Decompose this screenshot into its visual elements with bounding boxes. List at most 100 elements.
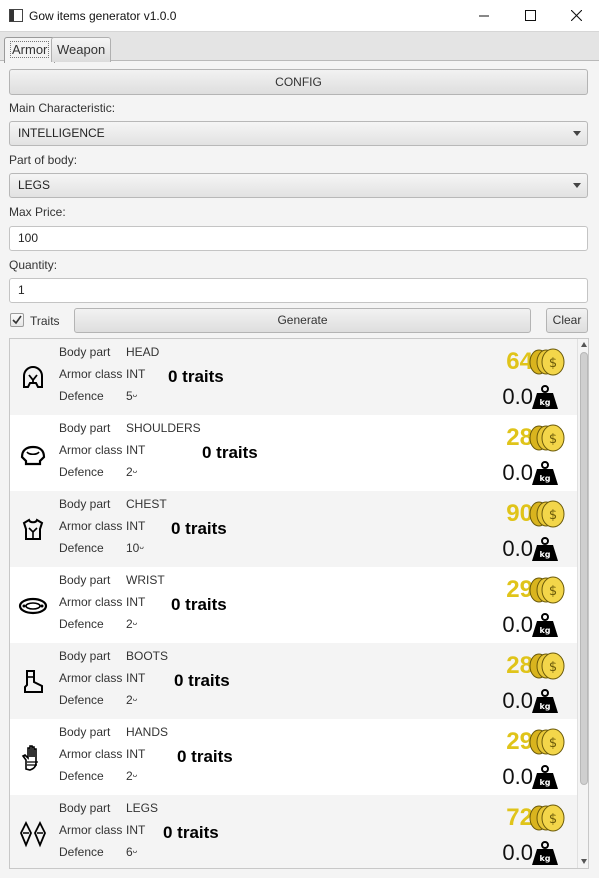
list-item[interactable]: Body part HANDS Armor class INT Defence … [10, 719, 577, 795]
defence-value: 2ᵕ [126, 617, 138, 631]
coins-icon: $ [529, 424, 565, 452]
armor-class-value: INT [126, 367, 146, 381]
body-part-value: HANDS [126, 725, 169, 739]
defence-key: Defence [59, 389, 104, 403]
minimize-button[interactable] [461, 0, 507, 31]
list-scrollbar[interactable] [577, 339, 588, 868]
svg-text:$: $ [549, 432, 557, 447]
greaves-icon [20, 820, 46, 848]
armor-class-value: INT [126, 519, 146, 533]
scrollbar-thumb[interactable] [580, 352, 588, 785]
armor-class-value: INT [126, 823, 146, 837]
kg-label: kg [539, 854, 550, 863]
traits-checkbox[interactable] [10, 313, 24, 327]
body-part-key: Body part [59, 649, 111, 663]
defence-key: Defence [59, 617, 104, 631]
body-part-key: Body part [59, 801, 111, 815]
body-part-value: LEGS [126, 801, 159, 815]
shoulders-icon [20, 445, 46, 466]
boot-icon [24, 670, 43, 693]
app-icon [9, 9, 23, 22]
max-price-input[interactable]: 100 [9, 226, 588, 251]
body-part-select[interactable]: LEGS [9, 173, 588, 198]
armor-class-key: Armor class [59, 823, 123, 837]
traits-count: 0 traits [171, 519, 227, 538]
body-part-key: Body part [59, 497, 111, 511]
weight-value: 0.0 [502, 764, 533, 789]
weight-value: 0.0 [502, 688, 533, 713]
svg-text:$: $ [549, 736, 557, 751]
armor-class-key: Armor class [59, 519, 123, 533]
body-part-value: SHOULDERS [126, 421, 201, 435]
armor-class-key: Armor class [59, 747, 123, 761]
list-item[interactable]: Body part LEGS Armor class INT Defence 6… [10, 795, 577, 868]
list-item[interactable]: Body part WRIST Armor class INT Defence … [10, 567, 577, 643]
config-button[interactable]: CONFIG [9, 69, 588, 95]
main-characteristic-value: INTELLIGENCE [18, 126, 105, 140]
traits-count: 0 traits [202, 443, 258, 462]
defence-key: Defence [59, 693, 104, 707]
traits-count: 0 traits [168, 367, 224, 386]
defence-key: Defence [59, 541, 104, 555]
items-list[interactable]: Body part HEAD Armor class INT Defence 5… [9, 338, 589, 869]
svg-text:$: $ [549, 584, 557, 599]
armor-class-value: INT [126, 671, 146, 685]
armor-class-key: Armor class [59, 671, 123, 685]
chevron-down-icon [573, 183, 581, 188]
list-item[interactable]: Body part CHEST Armor class INT Defence … [10, 491, 577, 567]
gauntlet-icon [21, 745, 38, 771]
main-characteristic-select[interactable]: INTELLIGENCE [9, 121, 588, 146]
traits-count: 0 traits [163, 823, 219, 842]
svg-text:$: $ [549, 812, 557, 827]
list-item[interactable]: Body part SHOULDERS Armor class INT Defe… [10, 415, 577, 491]
armor-class-key: Armor class [59, 367, 123, 381]
checkmark-icon [12, 315, 22, 325]
close-icon [570, 10, 582, 21]
kg-weight-icon: kg [532, 461, 558, 485]
armor-class-value: INT [126, 443, 146, 457]
traits-count: 0 traits [177, 747, 233, 766]
kg-label: kg [539, 702, 550, 711]
maximize-icon [524, 10, 536, 21]
tab-strip: Armor Weapon [0, 31, 599, 63]
defence-key: Defence [59, 845, 104, 859]
tab-weapon[interactable]: Weapon [51, 37, 112, 62]
generate-button[interactable]: Generate [74, 308, 531, 333]
traits-checkbox-label: Traits [30, 314, 60, 328]
body-part-value: HEAD [126, 345, 160, 359]
defence-value: 2ᵕ [126, 465, 138, 479]
list-item[interactable]: Body part HEAD Armor class INT Defence 5… [10, 339, 577, 415]
max-price-label: Max Price: [9, 205, 66, 219]
armor-panel: CONFIG Main Characteristic: INTELLIGENCE… [0, 61, 599, 878]
close-button[interactable] [553, 0, 599, 31]
tab-armor[interactable]: Armor [4, 37, 56, 63]
body-part-value: LEGS [18, 178, 51, 192]
body-part-key: Body part [59, 345, 111, 359]
helmet-icon [23, 366, 43, 388]
window-title: Gow items generator v1.0.0 [29, 8, 177, 23]
armor-class-value: INT [126, 747, 146, 761]
kg-weight-icon: kg [532, 689, 558, 713]
coins-icon: $ [529, 728, 565, 756]
weight-value: 0.0 [502, 612, 533, 637]
svg-text:$: $ [549, 660, 557, 675]
list-item[interactable]: Body part BOOTS Armor class INT Defence … [10, 643, 577, 719]
scroll-down-icon[interactable] [581, 859, 587, 864]
weight-value: 0.0 [502, 840, 533, 865]
scroll-up-icon[interactable] [581, 342, 587, 347]
weight-value: 0.0 [502, 460, 533, 485]
defence-key: Defence [59, 465, 104, 479]
armor-class-key: Armor class [59, 595, 123, 609]
body-part-key: Body part [59, 573, 111, 587]
minimize-icon [479, 15, 489, 16]
kg-label: kg [539, 398, 550, 407]
chevron-down-icon [573, 131, 581, 136]
svg-text:$: $ [549, 508, 557, 523]
clear-button[interactable]: Clear [546, 308, 588, 333]
body-part-key: Body part [59, 421, 111, 435]
defence-value: 6ᵕ [126, 845, 138, 859]
quantity-input[interactable]: 1 [9, 278, 588, 303]
kg-weight-icon: kg [532, 613, 558, 637]
maximize-button[interactable] [507, 0, 553, 31]
body-part-key: Body part [59, 725, 111, 739]
